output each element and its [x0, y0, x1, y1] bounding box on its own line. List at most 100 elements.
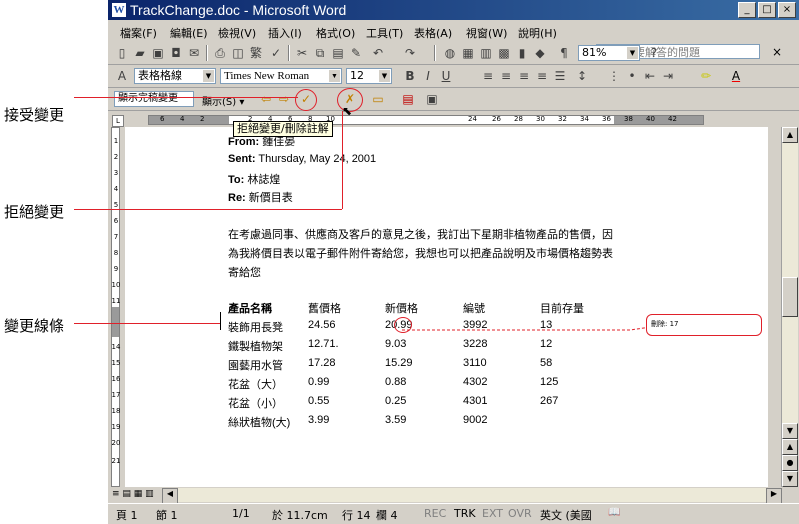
columns-icon[interactable]: ▮: [514, 45, 530, 61]
ruler-tick: 38: [624, 115, 633, 123]
status-line: 行 14: [342, 509, 371, 522]
previous-change-icon[interactable]: ⇦: [258, 91, 274, 107]
print-preview-icon[interactable]: ◫: [230, 45, 246, 61]
scroll-right-icon[interactable]: ▶: [766, 488, 782, 504]
open-folder-icon[interactable]: ▰: [132, 45, 148, 61]
tab-selector-icon[interactable]: L: [112, 115, 124, 127]
menu-window[interactable]: 視窗(W): [466, 25, 507, 41]
bullets-icon[interactable]: •: [624, 68, 640, 84]
horizontal-ruler[interactable]: L 6 4 2 2 4 6 8 10 24 26 28 30 32 34 36 …: [108, 113, 799, 127]
hyperlink-icon[interactable]: ◍: [442, 45, 458, 61]
word-app-icon[interactable]: W: [112, 3, 126, 17]
scroll-thumb[interactable]: [782, 277, 798, 317]
font-select[interactable]: Times New Roman ▼: [220, 68, 342, 84]
undo-icon[interactable]: ↶: [370, 45, 386, 61]
decrease-indent-icon[interactable]: ⇤: [642, 68, 658, 84]
sent-label: Sent:: [228, 153, 256, 165]
permission-icon[interactable]: ◘: [168, 45, 184, 61]
research-icon[interactable]: 繁: [248, 45, 264, 61]
justify-icon[interactable]: ≡: [534, 68, 550, 84]
show-hide-icon[interactable]: ¶: [556, 45, 572, 61]
menu-file[interactable]: 檔案(F): [120, 25, 157, 41]
scroll-down-icon[interactable]: ▼: [782, 423, 798, 439]
tables-borders-icon[interactable]: ▦: [460, 45, 476, 61]
status-ext[interactable]: EXT: [482, 507, 503, 520]
status-ovr[interactable]: OVR: [508, 507, 532, 520]
insert-comment-icon[interactable]: ▭: [370, 91, 386, 107]
cut-icon[interactable]: ✂: [294, 45, 310, 61]
email-icon[interactable]: ✉: [186, 45, 202, 61]
help-icon[interactable]: ?: [646, 45, 662, 61]
vruler-number: 2: [113, 153, 119, 161]
font-color-icon[interactable]: A: [728, 68, 744, 84]
align-right-icon[interactable]: ≡: [516, 68, 532, 84]
format-painter-icon[interactable]: ✎: [348, 45, 364, 61]
insert-excel-icon[interactable]: ▩: [496, 45, 512, 61]
scroll-up-icon[interactable]: ▲: [782, 127, 798, 143]
save-icon[interactable]: ▣: [150, 45, 166, 61]
previous-page-icon[interactable]: ▲: [782, 439, 798, 455]
menu-insert[interactable]: 插入(I): [268, 25, 302, 41]
italic-icon[interactable]: I: [420, 68, 436, 84]
menu-format[interactable]: 格式(O): [316, 25, 355, 41]
numbering-icon[interactable]: ⋮: [606, 68, 622, 84]
paste-icon[interactable]: ▤: [330, 45, 346, 61]
align-left-icon[interactable]: ≡: [480, 68, 496, 84]
font-size-select[interactable]: 12 ▼: [346, 68, 392, 84]
next-change-icon[interactable]: ⇨: [276, 91, 292, 107]
next-page-icon[interactable]: ▼: [782, 471, 798, 487]
scroll-left-icon[interactable]: ◀: [162, 488, 178, 504]
status-rec[interactable]: REC: [424, 507, 446, 520]
style-select[interactable]: 表格格線 ▼: [134, 68, 216, 84]
menu-tools[interactable]: 工具(T): [366, 25, 403, 41]
mouse-cursor-icon: ⬉: [342, 104, 353, 118]
reviewing-pane-icon[interactable]: ▣: [424, 91, 440, 107]
menu-view[interactable]: 檢視(V): [218, 25, 256, 41]
hscroll-track[interactable]: [178, 488, 770, 502]
close-button[interactable]: ×: [778, 2, 796, 18]
view-buttons[interactable]: ≡ ▤ ▦ ▥: [112, 489, 154, 499]
maximize-button[interactable]: □: [758, 2, 776, 18]
line-spacing-icon[interactable]: ↕: [574, 68, 590, 84]
table-cell: 花盆（小）: [228, 398, 283, 410]
underline-icon[interactable]: U: [438, 68, 454, 84]
align-center-icon[interactable]: ≡: [498, 68, 514, 84]
vertical-scrollbar[interactable]: ▲ ▼ ▲ ● ▼: [781, 127, 798, 487]
table-cell: 24.56: [308, 319, 336, 331]
new-document-icon[interactable]: ▯: [114, 45, 130, 61]
ruler-tick: 40: [646, 115, 655, 123]
insert-table-icon[interactable]: ▥: [478, 45, 494, 61]
bold-icon[interactable]: B: [402, 68, 418, 84]
drawing-icon[interactable]: ◆: [532, 45, 548, 61]
callout-change-line: 變更線條: [4, 319, 65, 335]
redo-icon[interactable]: ↷: [402, 45, 418, 61]
spelling-status-icon[interactable]: 📖: [608, 507, 620, 518]
status-language[interactable]: 英文 (美國: [540, 507, 592, 523]
zoom-select[interactable]: 81% ▼: [578, 45, 640, 61]
minimize-button[interactable]: _: [738, 2, 756, 18]
table-cell: 鐵製植物架: [228, 341, 283, 353]
increase-indent-icon[interactable]: ⇥: [660, 68, 676, 84]
styles-icon[interactable]: A: [114, 68, 130, 84]
copy-icon[interactable]: ⧉: [312, 45, 328, 61]
vertical-ruler[interactable]: 1 2 3 4 5 6 7 8 9 10 11 14 15 16 17 18 1…: [108, 127, 124, 487]
display-for-review-select[interactable]: 顯示完稿變更: [114, 91, 194, 107]
menu-help[interactable]: 說明(H): [518, 25, 557, 41]
menu-table[interactable]: 表格(A): [414, 25, 452, 41]
show-menu-button[interactable]: 顯示(S) ▾: [202, 93, 244, 108]
select-browse-object-icon[interactable]: ●: [782, 455, 798, 471]
vruler-number: 19: [111, 423, 121, 431]
track-changes-icon[interactable]: ▤: [400, 91, 416, 107]
highlight-icon[interactable]: ✏: [698, 68, 714, 84]
menu-edit[interactable]: 編輯(E): [170, 25, 208, 41]
deletion-balloon[interactable]: 刪除: 17: [646, 314, 762, 336]
status-trk[interactable]: TRK: [454, 507, 476, 520]
distributed-icon[interactable]: ☰: [552, 68, 568, 84]
document-page[interactable]: [125, 127, 768, 487]
ruler-tick: 34: [580, 115, 589, 123]
print-icon[interactable]: ⎙: [212, 45, 228, 61]
title-bar[interactable]: W TrackChange.doc - Microsoft Word _ □ ×: [108, 0, 799, 20]
horizontal-scrollbar[interactable]: ≡ ▤ ▦ ▥ ◀ ▶: [108, 487, 799, 504]
spelling-icon[interactable]: ✓: [268, 45, 284, 61]
chevron-down-icon: ▼: [627, 47, 638, 59]
